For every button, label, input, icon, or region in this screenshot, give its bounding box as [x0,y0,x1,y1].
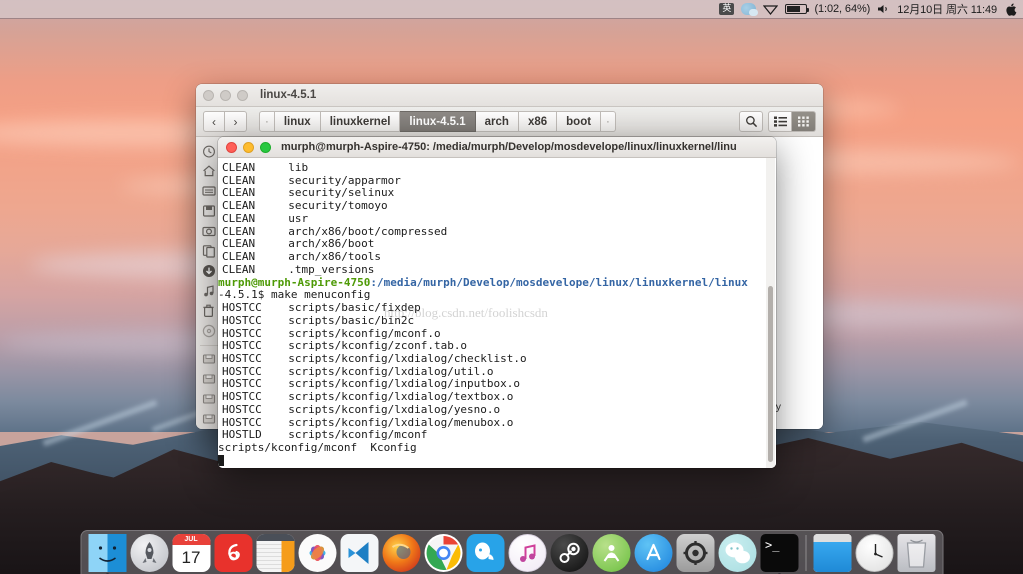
dock-item-netease-music[interactable] [214,534,252,572]
dock-item-launchpad[interactable] [130,534,168,572]
sidebar-item-drive-3[interactable] [198,390,220,409]
desktop-screen: 英 (1:02, 64%) 12月10日 周六 11:49 linux-4.5.… [0,0,1023,574]
dock-item-calendar[interactable]: JUL 17 [172,534,210,572]
wifi-icon[interactable] [763,0,779,19]
dock: JUL 17 >_ [80,530,943,574]
dock-item-system-preferences[interactable] [676,534,714,572]
view-mode-group [768,111,816,132]
dock-item-photos[interactable] [298,534,336,572]
dock-item-firefox[interactable] [382,534,420,572]
battery-status-text: (1:02, 64%) [814,3,871,15]
nav-buttons: ‹ › [203,111,247,132]
ime-icon[interactable]: 英 [719,0,735,19]
sidebar-divider [199,344,218,346]
terminal-scrollbar-thumb[interactable] [768,286,773,462]
sidebar-item-drive-4[interactable] [198,410,220,429]
terminal-titlebar: murph@murph-Aspire-4750: /media/murph/De… [218,137,776,158]
sidebar-item-desktop[interactable] [198,181,220,200]
dock-item-app-store[interactable] [634,534,672,572]
apple-menu-icon[interactable] [1006,0,1017,19]
breadcrumb: · linux linuxkernel linux-4.5.1 arch x86… [259,111,616,132]
fm-close-button[interactable] [203,89,214,101]
sidebar-item-recent[interactable] [198,141,220,160]
file-manager-toolbar: ‹ › · linux linuxkernel linux-4.5.1 arch… [196,107,823,137]
fm-minimize-button[interactable] [220,89,231,101]
file-manager-title: linux-4.5.1 [260,89,317,101]
sidebar-item-files[interactable] [198,241,220,260]
fm-maximize-button[interactable] [237,89,248,101]
terminal-cursor-line [218,454,776,468]
dock-item-finder[interactable] [88,534,126,574]
back-button[interactable]: ‹ [203,111,225,132]
search-icon[interactable] [739,111,763,132]
sidebar-item-drive-2[interactable] [198,370,220,389]
breadcrumb-item-linux-4-5-1[interactable]: linux-4.5.1 [400,111,476,132]
forward-button[interactable]: › [225,111,247,132]
terminal-close-button[interactable] [226,141,237,153]
dock-item-numbers[interactable] [256,534,294,572]
terminal-minimize-button[interactable] [243,141,254,153]
terminal-cursor [218,454,224,466]
grid-view-icon[interactable] [792,111,816,132]
breadcrumb-item-x86[interactable]: x86 [518,111,558,132]
terminal-maximize-button[interactable] [260,141,271,153]
dock-item-clock[interactable] [855,534,893,572]
sidebar-item-disc[interactable] [198,322,220,341]
terminal-window[interactable]: murph@murph-Aspire-4750: /media/murph/De… [218,137,776,468]
dock-divider [805,535,806,571]
sidebar-item-pictures[interactable] [198,221,220,240]
dock-item-finder-window[interactable] [813,534,851,572]
sidebar-item-downloads[interactable] [198,261,220,280]
terminal-final-line: scripts/kconfig/mconf Kconfig [218,441,417,455]
ime-label: 英 [719,3,735,15]
list-view-icon[interactable] [768,111,792,132]
dock-item-itunes[interactable] [508,534,546,572]
prompt-path: :/media/murph/Develop/mosdevelope/linux/… [370,275,748,289]
dock-item-wechat[interactable] [718,534,756,572]
breadcrumb-item-7[interactable]: · [601,111,616,132]
dock-item-terminal[interactable]: >_ [760,534,798,574]
dock-item-qq[interactable] [466,534,504,572]
sidebar-item-documents[interactable] [198,201,220,220]
prompt-user: murph@murph-Aspire-4750 [218,275,371,289]
breadcrumb-item-linux[interactable]: linux [274,111,321,132]
breadcrumb-item-0[interactable]: · [259,111,275,132]
dock-item-chrome[interactable] [424,534,462,572]
toolbar-right-group [739,111,816,132]
terminal-title: murph@murph-Aspire-4750: /media/murph/De… [281,141,737,153]
breadcrumb-item-boot[interactable]: boot [557,111,602,132]
sidebar-item-drive-1[interactable] [198,350,220,369]
wechat-icon[interactable] [741,0,759,19]
dock-item-trash[interactable] [897,534,935,572]
sidebar-item-trash[interactable] [198,302,220,321]
file-manager-titlebar: linux-4.5.1 [196,84,823,107]
terminal-output[interactable]: CLEAN lib CLEAN security/apparmor CLEAN … [218,158,776,468]
breadcrumb-item-linuxkernel[interactable]: linuxkernel [320,111,401,132]
volume-icon[interactable] [877,0,890,19]
battery-icon[interactable] [785,0,810,19]
dock-item-steam[interactable] [550,534,588,572]
dock-item-android-studio[interactable] [592,534,630,572]
menubar-datetime[interactable]: 12月10日 周六 11:49 [897,1,997,17]
menu-bar: 英 (1:02, 64%) 12月10日 周六 11:49 [0,0,1023,19]
breadcrumb-item-arch[interactable]: arch [475,111,519,132]
terminal-scrollbar[interactable] [766,158,775,468]
sidebar-item-home[interactable] [198,161,220,180]
calendar-month: JUL [172,534,210,545]
calendar-day: 17 [181,548,201,567]
dock-item-vscode[interactable] [340,534,378,572]
sidebar-item-music[interactable] [198,282,220,301]
